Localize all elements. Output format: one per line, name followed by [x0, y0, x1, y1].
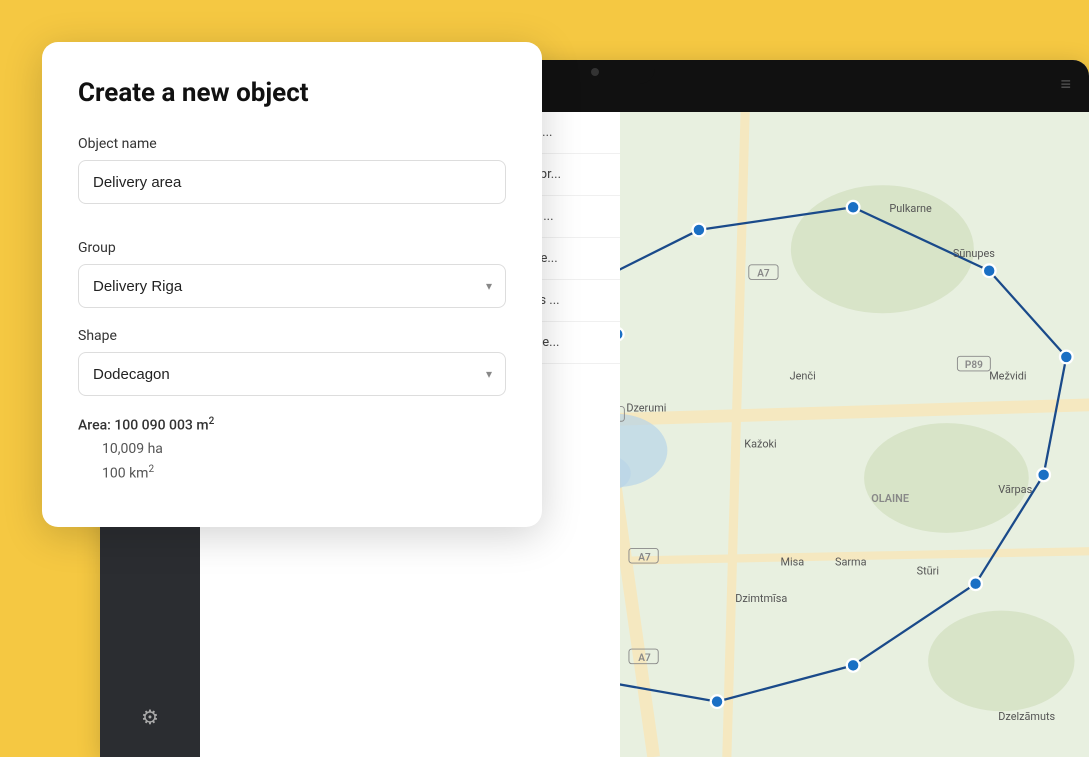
- shape-select[interactable]: Dodecagon: [78, 352, 506, 396]
- modal-card: Create a new object Object name Group De…: [42, 42, 542, 527]
- area-info: Area: 100 090 003 m2 10,009 ha 100 km2: [78, 416, 506, 487]
- shape-select-wrapper: Dodecagon ▾: [78, 352, 506, 396]
- group-select-wrapper: Delivery Riga ▾: [78, 264, 506, 308]
- menu-icon[interactable]: ≡: [1060, 74, 1071, 95]
- group-label: Group: [78, 240, 506, 256]
- svg-text:A7: A7: [757, 269, 770, 280]
- modal-title: Create a new object: [78, 78, 506, 108]
- device-camera: [535, 60, 655, 84]
- group-group: Group Delivery Riga ▾: [78, 240, 506, 308]
- shape-label: Shape: [78, 328, 506, 344]
- object-name-group: Object name: [78, 136, 506, 224]
- object-name-label: Object name: [78, 136, 506, 152]
- camera-dot: [591, 68, 599, 76]
- area-ha: 10,009 ha: [102, 438, 506, 462]
- area-details: 10,009 ha 100 km2: [78, 438, 506, 487]
- group-select[interactable]: Delivery Riga: [78, 264, 506, 308]
- area-km: 100 km2: [102, 461, 506, 486]
- sidebar-icon-settings[interactable]: ⚙: [126, 693, 174, 741]
- svg-text:P89: P89: [965, 360, 983, 371]
- object-name-input[interactable]: [78, 160, 506, 204]
- svg-text:A7: A7: [638, 653, 651, 664]
- shape-group: Shape Dodecagon ▾: [78, 328, 506, 396]
- area-m2: Area: 100 090 003 m2: [78, 416, 506, 434]
- svg-text:A7: A7: [638, 552, 651, 563]
